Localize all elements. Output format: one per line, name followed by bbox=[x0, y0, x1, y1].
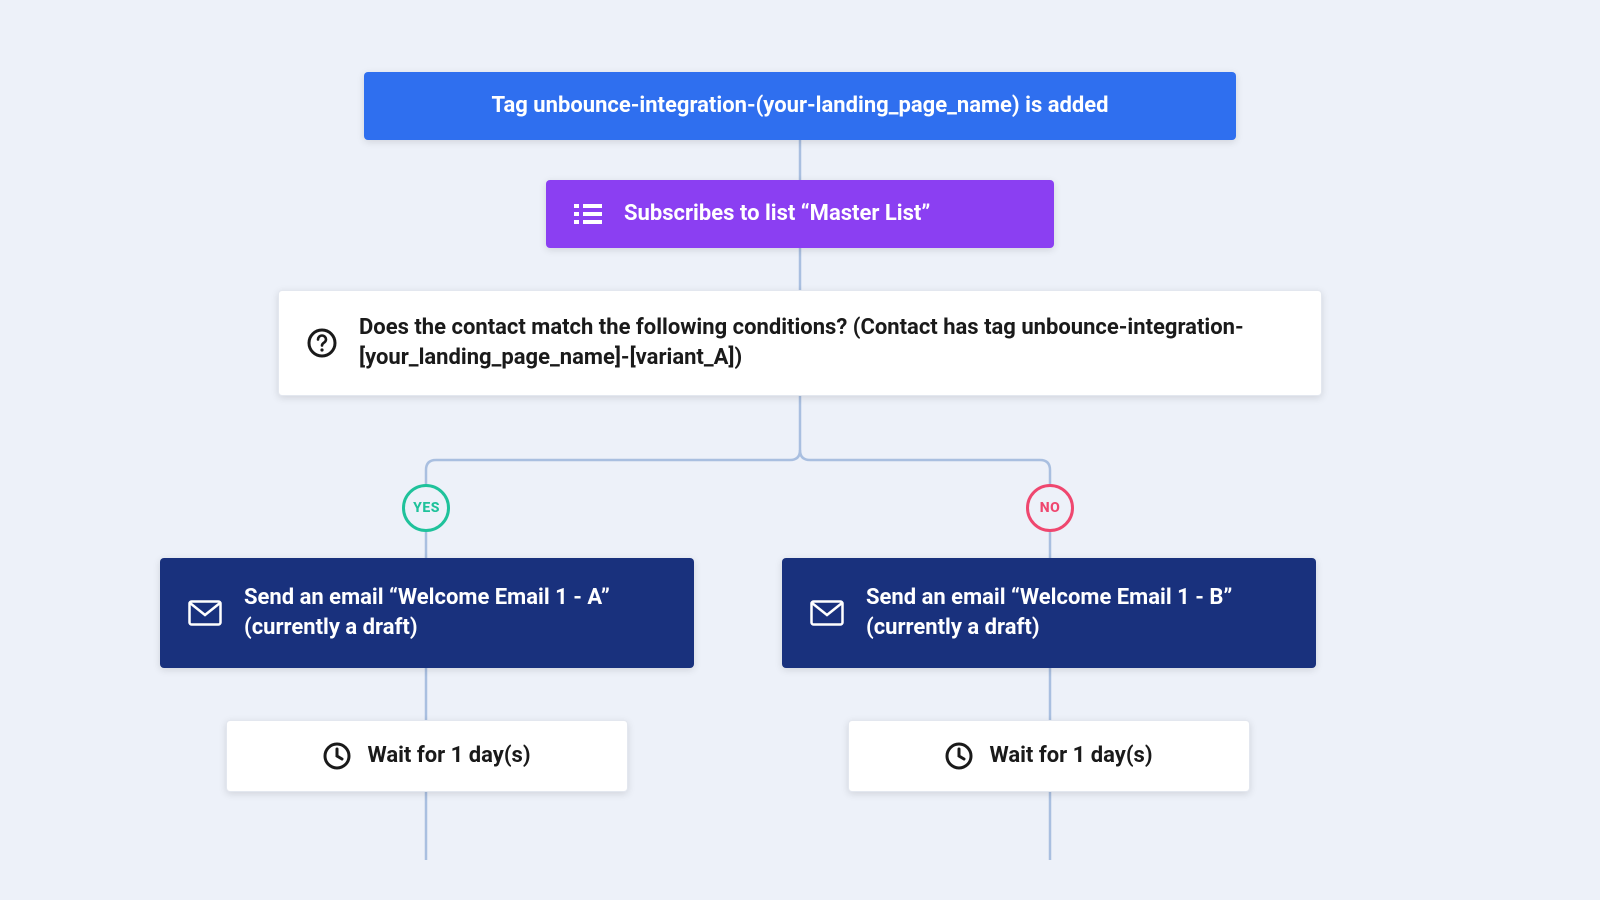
send-email-a-label: Send an email “Welcome Email 1 - A” (cur… bbox=[244, 583, 666, 642]
wait-b-node[interactable]: Wait for 1 day(s) bbox=[848, 720, 1250, 792]
condition-node[interactable]: Does the contact match the following con… bbox=[278, 290, 1322, 396]
no-badge: NO bbox=[1026, 484, 1074, 532]
subscribe-to-list-node[interactable]: Subscribes to list “Master List” bbox=[546, 180, 1054, 248]
question-icon bbox=[307, 328, 337, 358]
clock-icon bbox=[945, 742, 973, 770]
wait-a-node[interactable]: Wait for 1 day(s) bbox=[226, 720, 628, 792]
send-email-a-node[interactable]: Send an email “Welcome Email 1 - A” (cur… bbox=[160, 558, 694, 668]
send-email-b-node[interactable]: Send an email “Welcome Email 1 - B” (cur… bbox=[782, 558, 1316, 668]
condition-label: Does the contact match the following con… bbox=[359, 313, 1279, 372]
yes-badge: YES bbox=[402, 484, 450, 532]
yes-badge-label: YES bbox=[413, 500, 440, 516]
subscribe-label: Subscribes to list “Master List” bbox=[624, 199, 930, 229]
envelope-icon bbox=[188, 600, 222, 626]
send-email-b-label: Send an email “Welcome Email 1 - B” (cur… bbox=[866, 583, 1288, 642]
envelope-icon bbox=[810, 600, 844, 626]
list-icon bbox=[574, 202, 602, 226]
wait-a-label: Wait for 1 day(s) bbox=[367, 741, 530, 771]
trigger-node[interactable]: Tag unbounce-integration-(your-landing_p… bbox=[364, 72, 1236, 140]
trigger-label: Tag unbounce-integration-(your-landing_p… bbox=[491, 91, 1108, 121]
clock-icon bbox=[323, 742, 351, 770]
wait-b-label: Wait for 1 day(s) bbox=[989, 741, 1152, 771]
no-badge-label: NO bbox=[1040, 500, 1061, 516]
